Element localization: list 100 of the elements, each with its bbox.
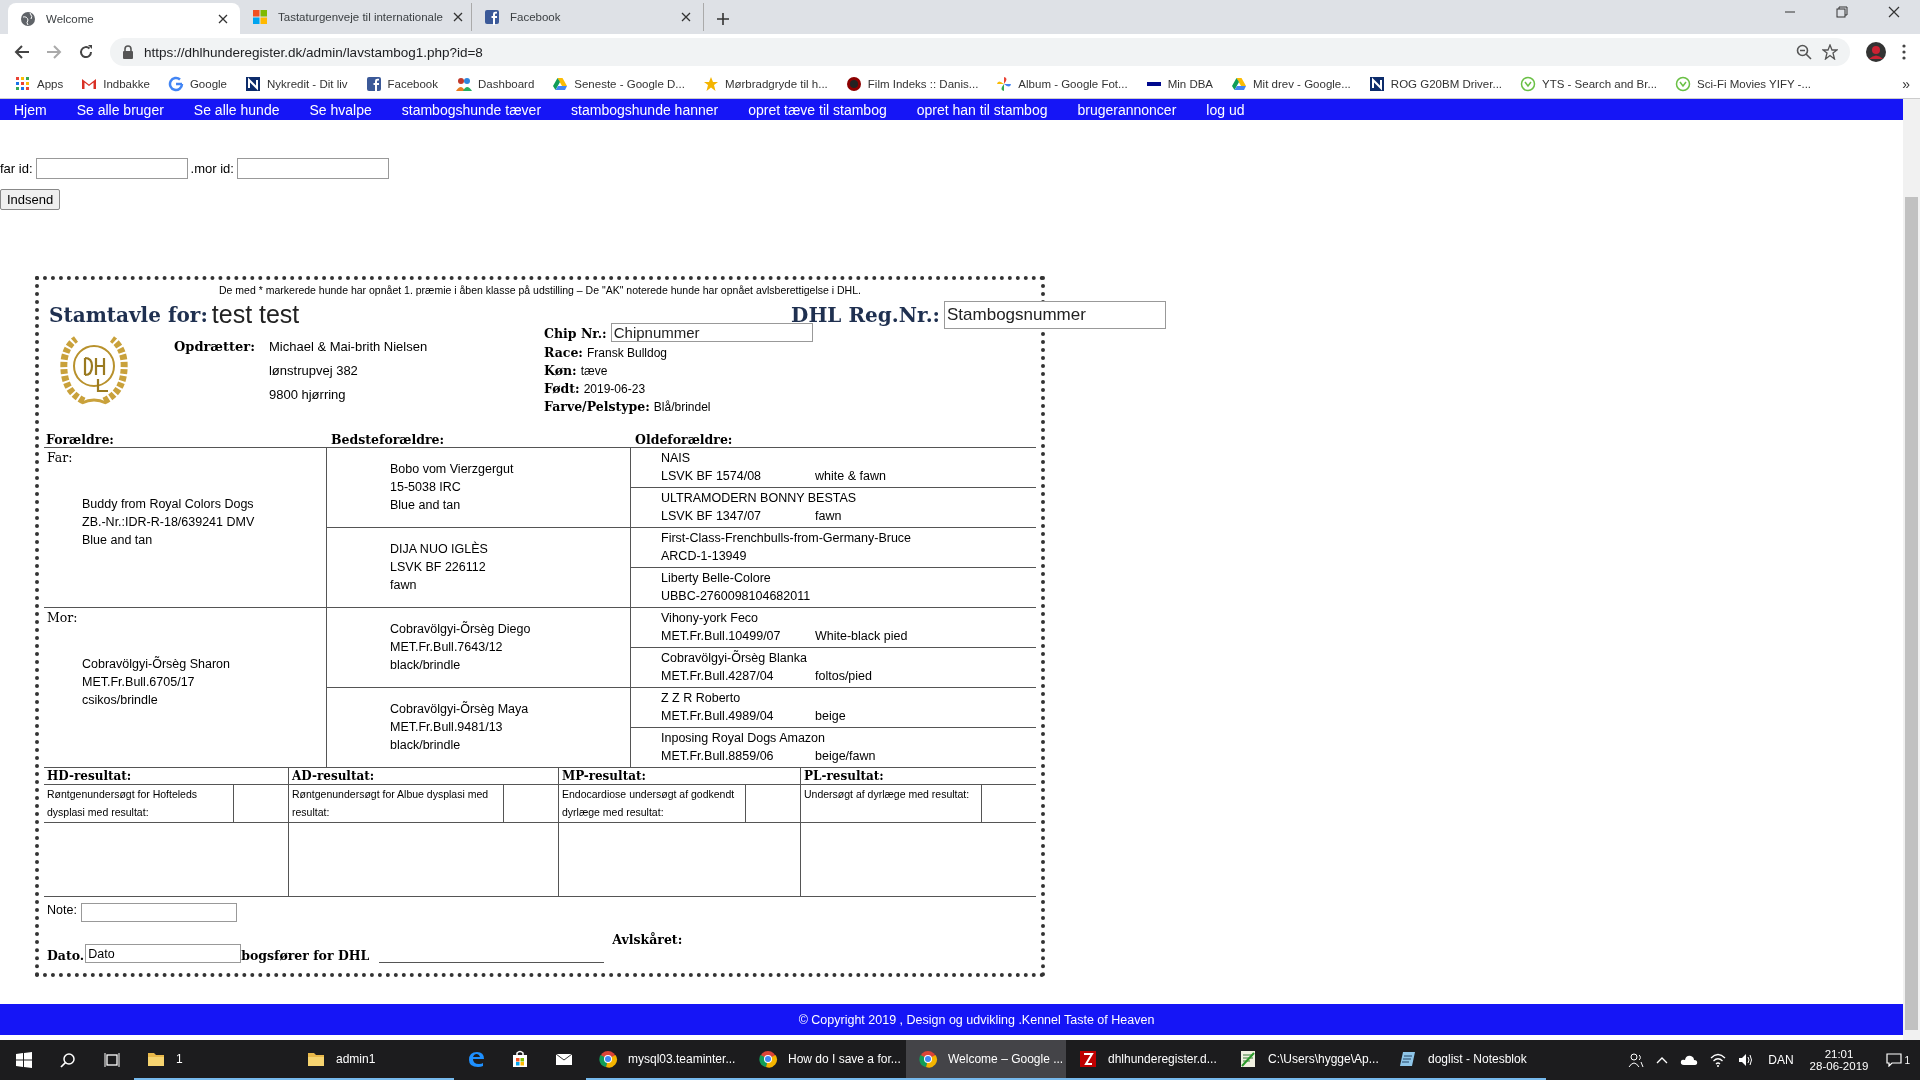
bookmark[interactable]: Dashboard bbox=[451, 76, 540, 92]
nav-link[interactable]: stambogshunde hanner bbox=[571, 101, 719, 118]
dog-info-line: 15-5038 IRC bbox=[390, 479, 462, 496]
result-description: Røntgenundersøgt for Hofteleds dysplasi med resultat: bbox=[44, 785, 234, 822]
taskbar-button[interactable]: dhlhunderegister.d... bbox=[1066, 1040, 1226, 1080]
browser-tab[interactable]: Facebook bbox=[472, 3, 704, 31]
detail-value: Blå/brindel bbox=[653, 400, 711, 414]
new-tab-icon[interactable] bbox=[716, 12, 730, 26]
nav-link[interactable]: log ud bbox=[1206, 101, 1245, 118]
bookmark[interactable]: Mørbradgryde til h... bbox=[697, 76, 833, 92]
dog-info-line: ZB.-Nr.:IDR-R-18/639241 DMV bbox=[82, 514, 256, 531]
taskbar-button[interactable]: Welcome – Google ... bbox=[906, 1040, 1066, 1080]
dog-info-line: DIJA NUO IGLÈS bbox=[390, 540, 489, 558]
bookmark[interactable]: Album - Google Fot... bbox=[991, 76, 1133, 92]
bookmark[interactable]: Mit drev - Google... bbox=[1226, 76, 1356, 92]
notification-button[interactable]: 1 bbox=[1876, 1040, 1920, 1080]
nav-link[interactable]: stambogshunde tæver bbox=[401, 101, 542, 118]
close-icon[interactable] bbox=[218, 13, 228, 24]
volume-icon[interactable] bbox=[1738, 1053, 1755, 1067]
dog-info-line: csikos/brindle bbox=[82, 692, 159, 709]
result-heading: AD-resultat: bbox=[289, 768, 558, 785]
nav-link[interactable]: opret tæve til stambog bbox=[748, 101, 887, 118]
bookmark[interactable]: Seneste - Google D... bbox=[547, 76, 690, 92]
dog-info-line: MET.Fr.Bull.6705/17 bbox=[82, 674, 196, 691]
dog-info-line: Blue and tan bbox=[82, 532, 154, 549]
menu-icon[interactable] bbox=[1902, 44, 1906, 60]
scrollbar[interactable] bbox=[1903, 99, 1920, 1040]
browser-tab[interactable]: Welcome bbox=[8, 3, 240, 34]
bookmark[interactable]: ROG G20BM Driver... bbox=[1363, 76, 1507, 92]
restore-icon[interactable] bbox=[1836, 6, 1848, 18]
drive-icon bbox=[1231, 76, 1248, 92]
bookmark[interactable]: Indbakke bbox=[76, 76, 155, 92]
submit-button[interactable]: Indsend bbox=[0, 189, 61, 210]
nav-link[interactable]: Hjem bbox=[14, 101, 47, 118]
browser-tab[interactable]: Tastaturgenveje til internationale bbox=[240, 3, 472, 31]
task-view-icon[interactable] bbox=[104, 1052, 120, 1068]
taskbar-button[interactable]: 1 bbox=[134, 1040, 294, 1080]
breeder-address-line: Michael & Mai-brith Nielsen bbox=[268, 339, 428, 354]
dog-info-line: NAIS bbox=[661, 450, 692, 467]
language-indicator[interactable]: DAN bbox=[1768, 1053, 1794, 1067]
parent-label: Far: bbox=[46, 449, 74, 467]
input-field[interactable] bbox=[236, 158, 389, 179]
nav-link[interactable]: Se alle bruger bbox=[76, 101, 164, 118]
date-field[interactable]: Dato bbox=[85, 944, 242, 963]
input-field[interactable] bbox=[35, 158, 188, 179]
notice-text: De med * markerede hunde har opnået 1. præmie i åben klasse på udstilling – De "AK" noterede hunde har opnået avlsberettigelse i DHL. bbox=[218, 284, 862, 296]
nav-link[interactable]: brugerannoncer bbox=[1077, 101, 1177, 118]
bookmark[interactable]: Google bbox=[162, 76, 232, 92]
breeder-label: Opdrætter: bbox=[174, 339, 255, 356]
column-heading: Bedsteforældre: bbox=[331, 432, 446, 447]
result-heading: HD-resultat: bbox=[44, 768, 288, 785]
windows-logo-icon bbox=[252, 9, 268, 25]
nav-link[interactable]: Se alle hunde bbox=[193, 101, 280, 118]
search-icon[interactable] bbox=[60, 1052, 76, 1068]
profile-avatar-icon[interactable] bbox=[1866, 42, 1886, 62]
chevron-up-icon[interactable] bbox=[1656, 1056, 1669, 1064]
bookmark[interactable]: Min DBA bbox=[1140, 76, 1219, 92]
people-icon bbox=[456, 76, 473, 92]
people-icon[interactable] bbox=[1628, 1052, 1645, 1068]
dog-info-line: LSVK BF 1347/07 bbox=[661, 508, 763, 525]
taskbar-button[interactable]: admin1 bbox=[294, 1040, 454, 1080]
coat-color: fawn bbox=[815, 508, 842, 525]
bookmark[interactable]: Facebook bbox=[360, 76, 444, 92]
dog-info-line: MET.Fr.Bull.4287/04 bbox=[661, 668, 775, 685]
scrollbar-thumb[interactable] bbox=[1905, 197, 1918, 1030]
reg-number-field[interactable]: Stambogsnummer bbox=[944, 300, 1166, 329]
chip-number-field[interactable]: Chipnummer bbox=[610, 323, 813, 342]
windows-start-icon[interactable] bbox=[16, 1052, 32, 1068]
bookmark[interactable]: YTS - Search and Br... bbox=[1515, 76, 1663, 92]
taskbar-button[interactable]: doglist - Notesblok bbox=[1386, 1040, 1546, 1080]
dog-info-line: ARCD-1-13949 bbox=[661, 548, 748, 565]
close-icon[interactable] bbox=[1888, 6, 1900, 18]
taskbar-button[interactable]: mysql03.teaminter... bbox=[586, 1040, 746, 1080]
dog-info-line: fawn bbox=[390, 577, 418, 594]
nav-link[interactable]: opret han til stambog bbox=[916, 101, 1048, 118]
nav-link[interactable]: Se hvalpe bbox=[309, 101, 372, 118]
chrome-icon bbox=[758, 1049, 778, 1069]
close-icon[interactable] bbox=[452, 12, 463, 22]
reload-icon[interactable] bbox=[78, 44, 94, 60]
bookmark[interactable]: Sci-Fi Movies YIFY -... bbox=[1670, 76, 1817, 92]
cloud-icon[interactable] bbox=[1680, 1054, 1699, 1066]
wifi-icon[interactable] bbox=[1710, 1053, 1727, 1067]
edge-icon bbox=[466, 1049, 486, 1069]
back-icon[interactable] bbox=[14, 44, 30, 60]
bookmark[interactable]: Film Indeks :: Danis... bbox=[840, 76, 984, 92]
zoom-icon[interactable] bbox=[1796, 44, 1812, 60]
notepad-icon bbox=[1398, 1049, 1418, 1069]
note-field[interactable] bbox=[80, 903, 237, 922]
result-heading: MP-resultat: bbox=[559, 768, 800, 785]
more-bookmarks-button[interactable]: » bbox=[1902, 76, 1910, 92]
address-bar[interactable]: https://dhlhunderegister.dk/admin/lavstambog1.php?id=8 bbox=[110, 38, 1850, 66]
facebook-icon bbox=[365, 76, 382, 92]
bookmark-star-icon[interactable] bbox=[1822, 44, 1838, 60]
bookmark[interactable]: Apps bbox=[10, 76, 69, 92]
close-icon[interactable] bbox=[681, 12, 691, 22]
url-text: https://dhlhunderegister.dk/admin/lavstambog1.php?id=8 bbox=[144, 44, 483, 60]
clock[interactable]: 21:01 28-06-2019 bbox=[1809, 1040, 1869, 1080]
bookmark[interactable]: Nykredit - Dit liv bbox=[240, 76, 353, 92]
field-label: far id: bbox=[0, 161, 33, 176]
taskbar-button[interactable]: C:\Users\hygge\Ap... bbox=[1226, 1040, 1386, 1080]
